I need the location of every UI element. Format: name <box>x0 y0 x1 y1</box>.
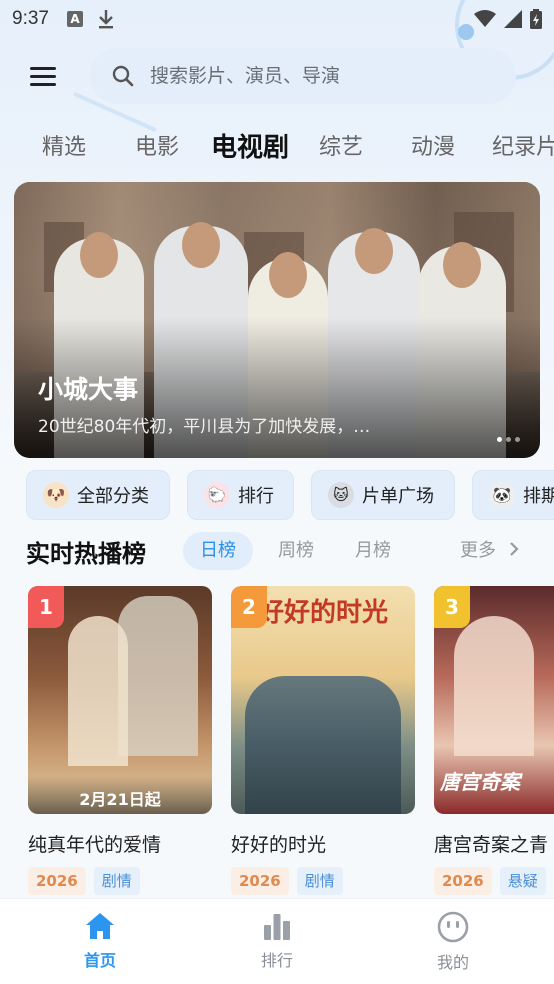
panda-emoji-icon: 🐼 <box>489 482 515 508</box>
genre-tag: 剧情 <box>93 867 140 895</box>
chip-schedule[interactable]: 🐼 排期 <box>472 470 554 520</box>
person-head <box>182 222 220 268</box>
category-tabs: 精选 电影 电视剧 综艺 动漫 纪录片 <box>0 128 554 170</box>
poster-figure <box>454 616 534 756</box>
banner-title: 小城大事 <box>38 375 139 404</box>
ranking-card[interactable]: 唐宫奇案 3 唐宫奇案之青 2026 悬疑 <box>434 586 554 895</box>
person-head <box>80 232 118 278</box>
wifi-icon <box>474 10 496 27</box>
dog-emoji-icon: 🐶 <box>43 482 69 508</box>
rank-badge: 3 <box>434 586 470 628</box>
home-icon <box>86 913 114 939</box>
chip-all-categories[interactable]: 🐶 全部分类 <box>26 470 170 520</box>
signal-icon <box>504 10 522 28</box>
genre-tag: 剧情 <box>296 867 343 895</box>
bottom-navigation: 首页 排行 我的 <box>0 898 554 984</box>
card-title: 纯真年代的爱情 <box>28 834 162 856</box>
chip-label: 片单广场 <box>362 486 434 507</box>
poster-figure <box>118 596 198 756</box>
tab-featured[interactable]: 精选 <box>42 128 86 168</box>
person-head <box>355 228 393 274</box>
poster-image: 2月21日起 1 <box>28 586 212 814</box>
tab-daily[interactable]: 日榜 <box>183 532 253 570</box>
search-input[interactable] <box>150 65 490 87</box>
status-time: 9:37 <box>12 8 49 29</box>
banner-pagination <box>497 437 520 442</box>
poster-figure <box>68 616 128 766</box>
menu-button[interactable] <box>30 60 62 92</box>
more-link[interactable]: 更多 <box>460 532 520 570</box>
nav-profile[interactable]: 我的 <box>408 911 498 973</box>
year-tag: 2026 <box>231 867 289 895</box>
chip-label: 全部分类 <box>77 486 149 507</box>
nav-label: 首页 <box>83 951 116 970</box>
poster-caption: 2月21日起 <box>79 790 161 809</box>
pagination-dot <box>515 437 520 442</box>
poster-image: 好好的时光 2 <box>231 586 415 814</box>
pagination-dot <box>497 437 502 442</box>
card-tags: 2026 剧情 <box>28 867 212 895</box>
rank-badge: 1 <box>28 586 64 628</box>
year-tag: 2026 <box>28 867 86 895</box>
more-label: 更多 <box>460 540 496 561</box>
nav-ranking[interactable]: 排行 <box>232 911 322 971</box>
tab-tv-series[interactable]: 电视剧 <box>211 128 289 168</box>
search-icon <box>112 65 134 87</box>
menu-bar <box>30 74 56 78</box>
person-head <box>269 252 307 298</box>
download-icon <box>98 10 113 29</box>
chip-ranking[interactable]: 🐑 排行 <box>187 470 294 520</box>
tab-monthly[interactable]: 月榜 <box>338 532 408 570</box>
nav-home[interactable]: 首页 <box>55 911 145 971</box>
nav-label: 我的 <box>436 953 469 972</box>
ranking-card[interactable]: 好好的时光 2 好好的时光 2026 剧情 <box>231 586 415 895</box>
quick-chips: 🐶 全部分类 🐑 排行 🐱 片单广场 🐼 排期 <box>0 470 554 522</box>
chevron-right-icon <box>509 542 519 556</box>
battery-icon <box>530 9 542 29</box>
hot-list-title: 实时热播榜 <box>26 540 146 568</box>
poster-image: 唐宫奇案 3 <box>434 586 554 814</box>
tab-variety[interactable]: 综艺 <box>319 128 363 168</box>
tab-documentary[interactable]: 纪录片 <box>492 128 554 168</box>
search-bar[interactable] <box>90 48 516 104</box>
nav-label: 排行 <box>260 951 293 970</box>
pagination-dot <box>506 437 511 442</box>
chip-playlist-square[interactable]: 🐱 片单广场 <box>311 470 455 520</box>
featured-banner[interactable]: 小城大事 20世纪80年代初，平川县为了加快发展，… <box>14 182 540 458</box>
chip-label: 排行 <box>238 486 274 507</box>
card-tags: 2026 悬疑 <box>434 867 554 895</box>
genre-tag: 悬疑 <box>499 867 546 895</box>
poster-figure <box>245 676 401 814</box>
smile-face-icon <box>437 911 469 943</box>
poster-caption: 唐宫奇案 <box>440 770 520 794</box>
menu-bar <box>30 66 56 70</box>
keyboard-a-icon: A <box>66 11 83 27</box>
year-tag: 2026 <box>434 867 492 895</box>
ranking-card[interactable]: 2月21日起 1 纯真年代的爱情 2026 剧情 <box>28 586 212 895</box>
status-bar: 9:37 A <box>0 0 554 38</box>
cat-emoji-icon: 🐱 <box>328 482 354 508</box>
bar-chart-icon <box>264 914 290 940</box>
tab-weekly[interactable]: 周榜 <box>261 532 331 570</box>
tab-movies[interactable]: 电影 <box>135 128 179 168</box>
menu-bar <box>30 82 56 86</box>
card-title: 唐宫奇案之青 <box>434 834 549 856</box>
card-title: 好好的时光 <box>231 834 327 856</box>
card-tags: 2026 剧情 <box>231 867 415 895</box>
sheep-emoji-icon: 🐑 <box>204 482 230 508</box>
banner-description: 20世纪80年代初，平川县为了加快发展，… <box>38 417 371 437</box>
chip-label: 排期 <box>523 486 554 507</box>
rank-badge: 2 <box>231 586 267 628</box>
tab-anime[interactable]: 动漫 <box>411 128 455 168</box>
person-head <box>443 242 481 288</box>
